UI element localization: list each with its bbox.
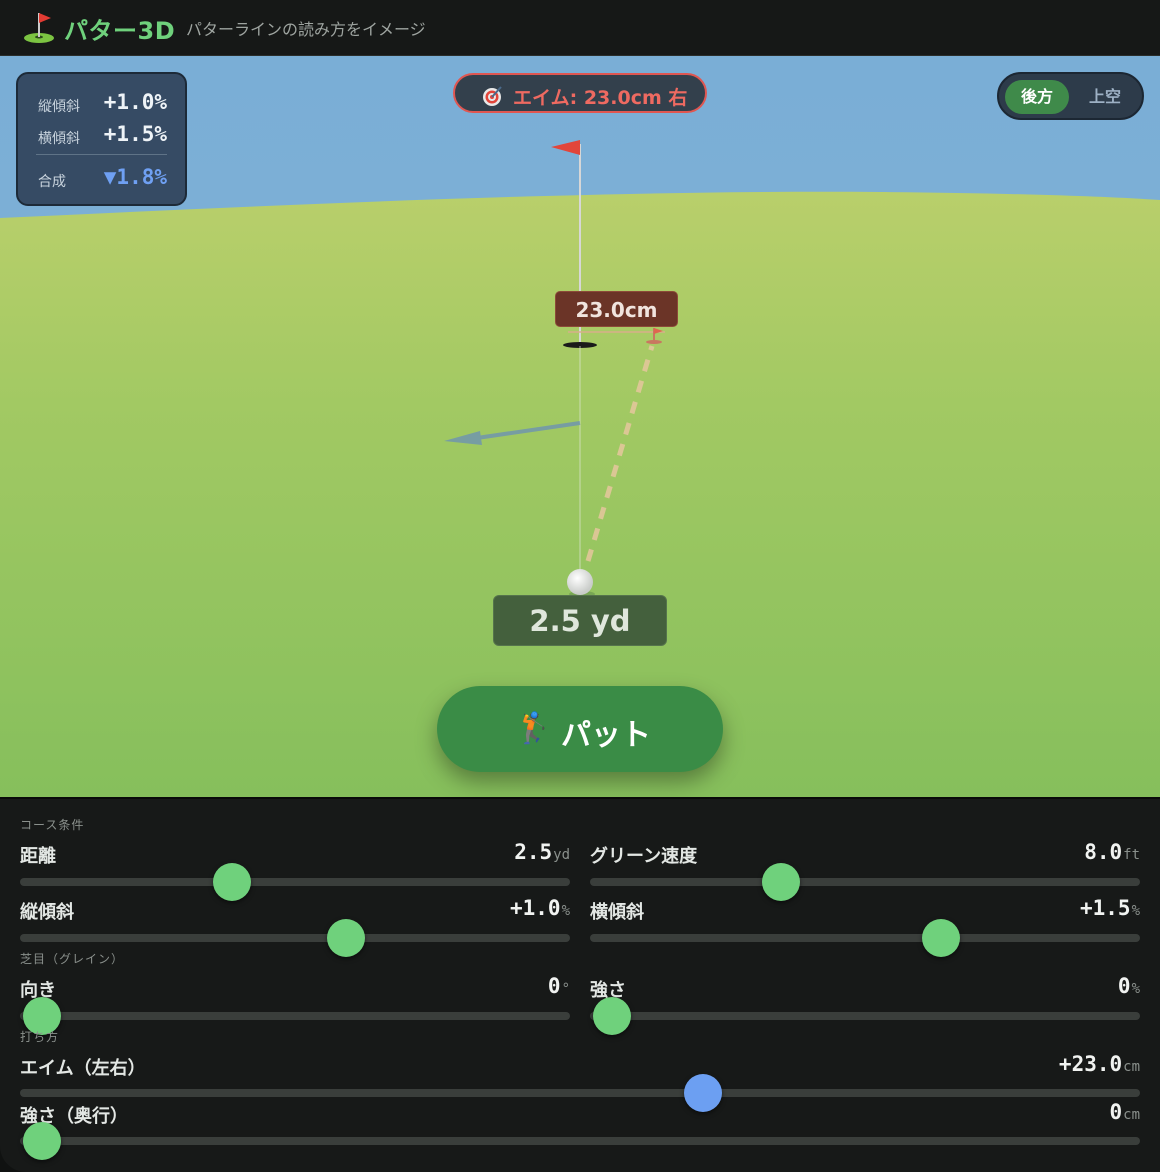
section-course-conditions: コース条件	[20, 818, 85, 832]
putt-button[interactable]: 🏌️ パット	[437, 686, 723, 772]
green-speed-value: 8.0ft	[1084, 840, 1140, 864]
section-grain: 芝目（グレイン）	[20, 952, 125, 966]
grain-strength-slider-thumb[interactable]	[593, 997, 631, 1035]
aim-badge: エイム: 23.0cm 右	[453, 73, 707, 113]
vertical-slope-slider-track[interactable]	[20, 934, 570, 942]
vertical-slope-value: +1.0%	[103, 90, 167, 114]
section-stroke: 打ち方	[20, 1030, 60, 1044]
horizontal-slope-value: +1.5%	[1079, 896, 1140, 920]
grain-direction-value: 0°	[547, 974, 570, 998]
power-value: 0cm	[1109, 1100, 1140, 1124]
distance-control: 距離 2.5yd	[20, 840, 570, 902]
distance-label: 距離	[20, 846, 56, 867]
aim-label: エイム（左右）	[20, 1058, 146, 1079]
target-icon	[483, 86, 502, 106]
golf-flag-icon	[24, 13, 54, 43]
green-speed-control: グリーン速度 8.0ft	[590, 840, 1140, 902]
golf-ball	[567, 569, 593, 595]
power-slider-track[interactable]	[20, 1137, 1140, 1145]
slope-info-panel: 縦傾斜 +1.0% 横傾斜 +1.5% 合成 ▼1.8%	[16, 72, 187, 206]
power-slider-thumb[interactable]	[23, 1122, 61, 1160]
aim-value: +23.0cm	[1058, 1052, 1140, 1076]
grain-strength-control: 強さ 0%	[590, 974, 1140, 1036]
app-header: パター3D パターラインの読み方をイメージ	[0, 0, 1160, 56]
combined-slope-value: ▼1.8%	[103, 165, 167, 189]
green-speed-slider-track[interactable]	[590, 878, 1140, 886]
view-toggle[interactable]: 後方 上空	[997, 72, 1144, 120]
green-speed-label: グリーン速度	[590, 846, 698, 867]
vertical-slope-value: +1.0%	[509, 896, 570, 920]
vertical-slope-label: 縦傾斜	[20, 902, 74, 923]
golfer-icon: 🏌️	[515, 712, 553, 745]
aim-badge-text: エイム: 23.0cm 右	[513, 87, 688, 109]
distance-value: 2.5yd	[514, 840, 570, 864]
app-subtitle: パターラインの読み方をイメージ	[186, 20, 426, 39]
aim-slider-track[interactable]	[20, 1089, 1140, 1097]
grain-direction-slider-track[interactable]	[20, 1012, 570, 1020]
grain-strength-slider-track[interactable]	[590, 1012, 1140, 1020]
vertical-slope-label: 縦傾斜	[38, 99, 80, 115]
aim-distance-label: 23.0cm	[555, 291, 678, 327]
horizontal-slope-control: 横傾斜 +1.5%	[590, 896, 1140, 958]
divider	[36, 154, 167, 155]
grain-strength-value: 0%	[1117, 974, 1140, 998]
horizontal-slope-slider-track[interactable]	[590, 934, 1140, 942]
putt-button-label: パット	[561, 719, 651, 752]
horizontal-slope-value: +1.5%	[103, 122, 167, 146]
horizontal-slope-label: 横傾斜	[590, 902, 644, 923]
control-panel: コース条件 距離 2.5yd グリーン速度 8.0ft 縦傾斜 +1.0% 横傾…	[0, 797, 1160, 1172]
horizontal-slope-slider-thumb[interactable]	[921, 919, 960, 957]
distance-slider-thumb[interactable]	[212, 863, 251, 901]
ball-distance-label: 2.5 yd	[493, 595, 667, 646]
view-option-behind[interactable]: 後方	[1005, 80, 1069, 114]
green-speed-slider-thumb[interactable]	[761, 863, 800, 901]
combined-slope-label: 合成	[38, 174, 66, 190]
horizontal-slope-label: 横傾斜	[38, 131, 80, 147]
app-title: パター3D	[64, 17, 176, 45]
putting-scene[interactable]: 縦傾斜 +1.0% 横傾斜 +1.5% 合成 ▼1.8% エイム: 23.0cm…	[0, 56, 1160, 797]
vertical-slope-slider-thumb[interactable]	[326, 919, 365, 957]
vertical-slope-control: 縦傾斜 +1.0%	[20, 896, 570, 958]
distance-slider-track[interactable]	[20, 878, 570, 886]
grain-direction-control: 向き 0°	[20, 974, 570, 1036]
power-control: 強さ（奥行） 0cm	[20, 1100, 1140, 1162]
view-option-overhead[interactable]: 上空	[1073, 80, 1137, 114]
